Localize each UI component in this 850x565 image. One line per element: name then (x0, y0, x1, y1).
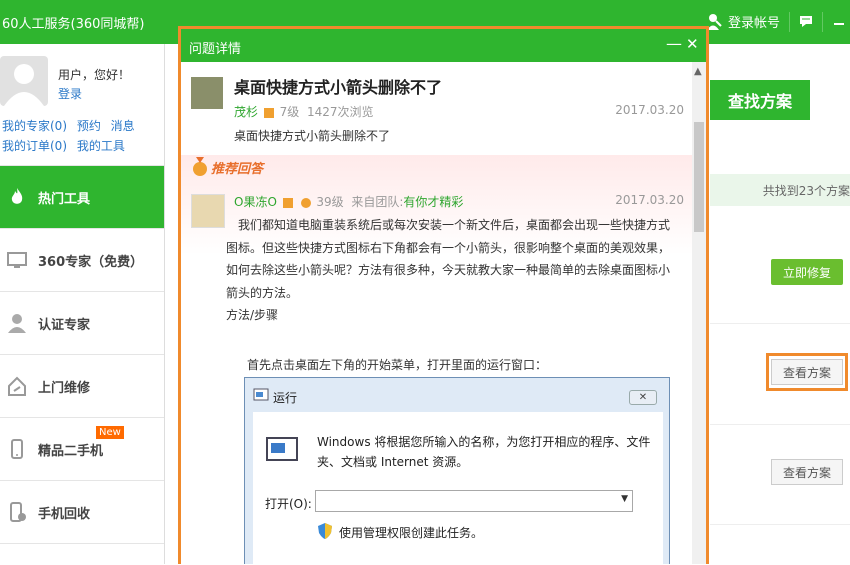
sidebar-item-label: 手机回收 (38, 506, 91, 522)
sidebar-item-used-phones[interactable]: 精品二手机 New (0, 417, 164, 480)
sidebar-item-phone-recycle[interactable]: 手机回收 (0, 480, 164, 543)
run-dialog-image: 运行 ✕ Windows 将根据您所输入的名称，为您打开相应的程序、文件夹、文档… (244, 377, 670, 564)
step-text: 首先点击桌面左下角的开始菜单，打开里面的运行窗口： (247, 358, 548, 372)
view-plan-button[interactable]: 查看方案 (771, 459, 843, 485)
phone-recycle-icon (10, 502, 26, 522)
monitor-icon (7, 252, 27, 268)
sidebar-item-label: 上门维修 (38, 380, 91, 396)
my-tools-link[interactable]: 我的工具 (77, 139, 125, 153)
results-count: 共找到23个方案 (710, 174, 850, 206)
dialog-title: 问题详情 (189, 42, 242, 57)
divider (710, 424, 850, 425)
phone-icon (11, 439, 23, 459)
answer-meta: O果冻O 39级 来自团队:有你才精彩 2017.03.20 (234, 193, 684, 210)
problem-detail-dialog: 问题详情 — ✕ 桌面快捷方式小箭头删除不了 茂杉 7级 1427次浏览 201… (178, 26, 709, 564)
scrollbar[interactable]: ▲ (692, 62, 706, 564)
question-level: 7级 (279, 105, 300, 119)
avatar[interactable] (0, 56, 48, 106)
divider (710, 323, 850, 324)
home-wrench-icon (8, 376, 26, 396)
login-account-label: 登录帐号 (728, 16, 781, 31)
answer-paragraph: 方法/步骤 (226, 308, 279, 322)
divider (789, 12, 790, 32)
scroll-up-icon[interactable]: ▲ (694, 66, 702, 77)
answer-level: 39级 (316, 195, 344, 209)
sidebar: 用户，您好！ 登录 我的专家(0) 预约 消息 我的订单(0) 我的工具 热门工… (0, 44, 165, 564)
answer-date: 2017.03.20 (615, 193, 684, 207)
user-links-row2: 我的订单(0) 我的工具 (2, 137, 131, 154)
messages-link[interactable]: 消息 (111, 119, 135, 133)
heart-badge-icon (300, 197, 311, 208)
run-program-icon (266, 437, 298, 461)
run-dialog-content: Windows 将根据您所输入的名称，为您打开相应的程序、文件夹、文档或 Int… (253, 412, 663, 564)
question-title: 桌面快捷方式小箭头删除不了 (234, 78, 443, 97)
run-dialog-header: 运行 ✕ (245, 378, 669, 408)
team-link[interactable]: 有你才精彩 (403, 195, 463, 209)
minimize-icon[interactable] (832, 14, 846, 28)
answer-user[interactable]: O果冻O (234, 195, 277, 209)
level-badge-icon (282, 197, 293, 208)
results-panel: 查找方案 共找到23个方案 立即修复 查看方案 查看方案 (710, 44, 850, 564)
greeting: 用户，您好！ (58, 68, 131, 82)
question-date: 2017.03.20 (615, 103, 684, 117)
find-solution-button[interactable]: 查找方案 (710, 80, 810, 120)
run-description: Windows 将根据您所输入的名称，为您打开相应的程序、文件夹、文档或 Int… (317, 435, 651, 469)
run-admin-text: 使用管理权限创建此任务。 (339, 526, 484, 540)
sidebar-item-label: 热门工具 (38, 191, 91, 207)
app-title: 60人工服务(360同城帮) (2, 17, 145, 32)
question-views: 1427次浏览 (306, 105, 374, 119)
login-link[interactable]: 登录 (58, 85, 82, 102)
question-meta: 茂杉 7级 1427次浏览 2017.03.20 (234, 103, 684, 120)
sidebar-item-onsite-repair[interactable]: 上门维修 (0, 354, 164, 417)
sidebar-item-certified-expert[interactable]: 认证专家 (0, 291, 164, 354)
new-badge: New (96, 426, 124, 439)
sidebar-item-label: 认证专家 (38, 317, 91, 333)
dialog-header: 问题详情 — ✕ (181, 29, 706, 62)
answer-paragraph: 我们都知道电脑重装系统后或每次安装一个新文件后，桌面都会出现一些快捷方式图标。但… (226, 218, 671, 300)
question-body: 桌面快捷方式小箭头删除不了 (234, 129, 391, 143)
fix-now-button[interactable]: 立即修复 (771, 259, 843, 285)
sidebar-item-label: 精品二手机 (38, 443, 104, 459)
divider (710, 524, 850, 525)
run-open-label: 打开(O): (265, 497, 312, 511)
sidebar-item-label: 360专家（免费） (38, 254, 144, 270)
avatar[interactable] (191, 77, 223, 109)
my-experts-link[interactable]: 我的专家(0) (2, 119, 67, 133)
divider (822, 12, 823, 32)
avatar[interactable] (191, 194, 225, 228)
question-user[interactable]: 茂杉 (234, 105, 258, 119)
my-orders-link[interactable]: 我的订单(0) (2, 139, 67, 153)
user-links-row1: 我的专家(0) 预约 消息 (2, 117, 141, 134)
run-icon (253, 388, 269, 401)
medal-icon (193, 157, 207, 176)
answer-body: 我们都知道电脑重装系统后或每次安装一个新文件后，桌面都会出现一些快捷方式图标。但… (226, 214, 681, 327)
level-badge-icon (263, 107, 274, 118)
recommended-answer-label: 推荐回答 (191, 157, 263, 177)
shield-icon (318, 523, 332, 539)
login-account-button[interactable]: 登录帐号 (706, 12, 780, 31)
sidebar-item-360-expert[interactable]: 360专家（免费） (0, 228, 164, 291)
sidebar-item-hot-tools[interactable]: 热门工具 (0, 165, 164, 228)
team-prefix: 来自团队: (351, 195, 404, 209)
close-icon: ✕ (629, 390, 657, 405)
feedback-icon[interactable] (799, 14, 813, 28)
appointment-link[interactable]: 预约 (77, 119, 101, 133)
chevron-down-icon: ▼ (621, 494, 628, 504)
minimize-icon[interactable]: — (666, 34, 682, 53)
close-icon[interactable]: ✕ (686, 35, 699, 53)
person-icon (8, 314, 26, 333)
run-dialog-title: 运行 (273, 391, 298, 405)
default-avatar-icon (4, 64, 44, 106)
view-plan-button[interactable]: 查看方案 (771, 359, 843, 385)
run-open-input: ▼ (315, 490, 633, 512)
scroll-thumb[interactable] (694, 122, 704, 232)
fire-icon (11, 188, 23, 204)
sidebar-divider (0, 543, 164, 565)
